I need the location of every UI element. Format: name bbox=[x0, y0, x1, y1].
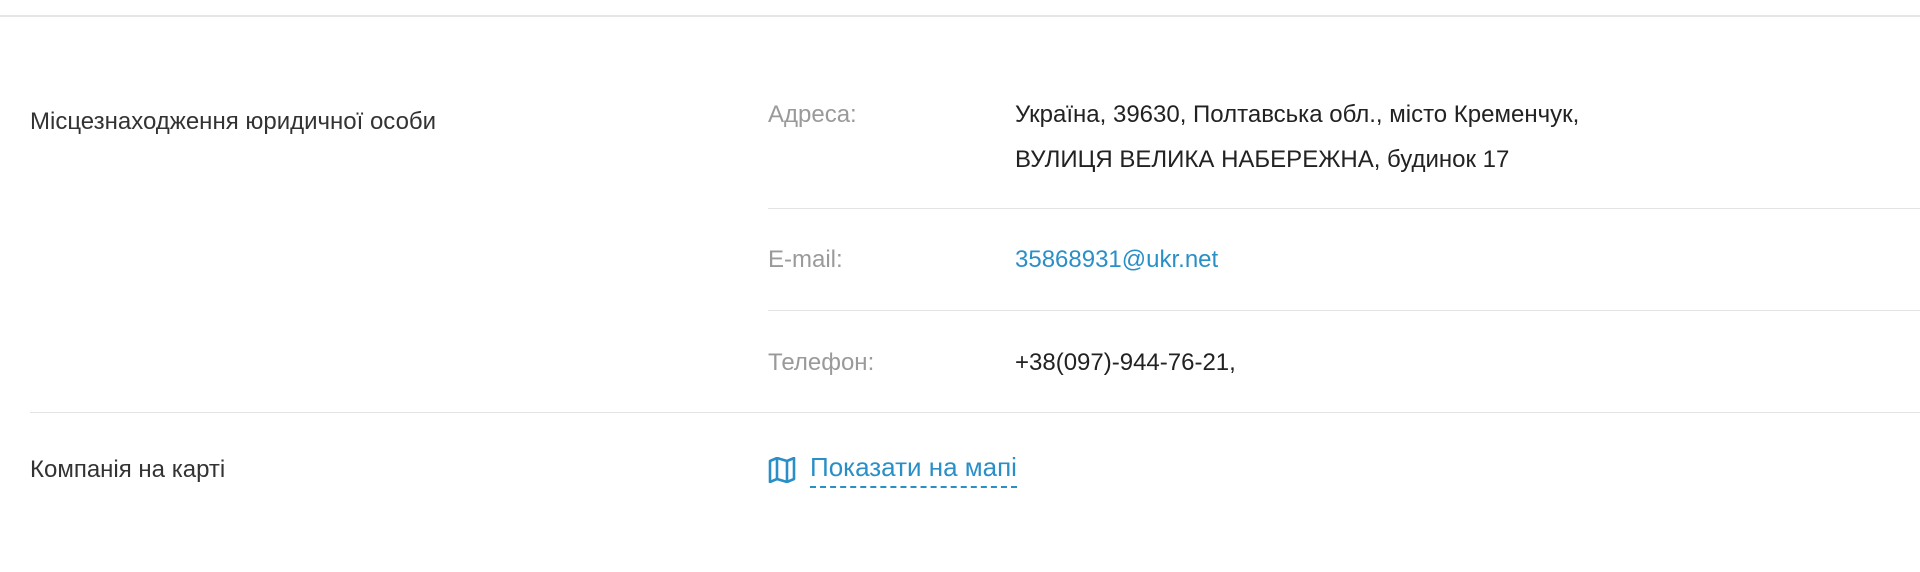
phone-value: +38(097)-944-76-21, bbox=[1015, 349, 1236, 376]
address-line-1: Україна, 39630, Полтавська обл., місто К… bbox=[1015, 101, 1580, 128]
address-row-divider bbox=[768, 208, 1920, 209]
email-value: 35868931@ukr.net bbox=[1015, 238, 1218, 282]
location-section-label: Місцезнаходження юридичної особи bbox=[30, 108, 437, 135]
email-row-divider bbox=[768, 310, 1920, 311]
map-section-label: Компанія на карті bbox=[30, 456, 226, 483]
show-on-map-link[interactable]: Показати на мапі bbox=[768, 452, 1017, 488]
section-divider bbox=[30, 412, 1920, 413]
top-divider bbox=[0, 15, 1920, 17]
email-label: E-mail: bbox=[768, 246, 843, 273]
address-label: Адреса: bbox=[768, 101, 857, 128]
address-line-2: ВУЛИЦЯ ВЕЛИКА НАБЕРЕЖНА, будинок 17 bbox=[1015, 146, 1510, 173]
phone-label: Телефон: bbox=[768, 349, 875, 376]
map-icon bbox=[768, 457, 796, 483]
email-link[interactable]: 35868931@ukr.net bbox=[1015, 246, 1218, 273]
show-on-map-text[interactable]: Показати на мапі bbox=[810, 452, 1017, 488]
legal-entity-info-panel: Місцезнаходження юридичної особи Адреса:… bbox=[0, 0, 1920, 572]
